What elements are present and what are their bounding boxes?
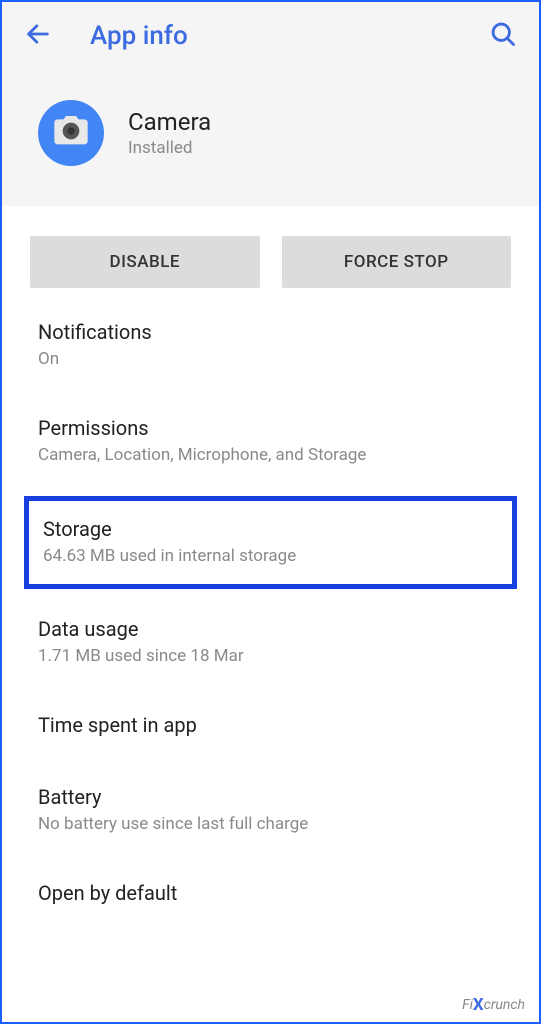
header: App info <box>2 2 539 70</box>
permissions-item[interactable]: Permissions Camera, Location, Microphone… <box>2 394 539 490</box>
setting-subtitle: 64.63 MB used in internal storage <box>43 545 498 569</box>
notifications-item[interactable]: Notifications On <box>2 298 539 394</box>
setting-subtitle: On <box>38 348 511 372</box>
disable-button[interactable]: DISABLE <box>30 236 260 288</box>
time-spent-item[interactable]: Time spent in app <box>2 691 539 763</box>
setting-title: Time spent in app <box>38 713 511 737</box>
setting-title: Permissions <box>38 416 511 440</box>
setting-title: Storage <box>43 517 498 541</box>
force-stop-button[interactable]: FORCE STOP <box>282 236 512 288</box>
setting-title: Open by default <box>38 881 511 905</box>
setting-subtitle: 1.71 MB used since 18 Mar <box>38 645 511 669</box>
setting-title: Notifications <box>38 320 511 344</box>
storage-highlight: Storage 64.63 MB used in internal storag… <box>24 496 517 590</box>
app-text: Camera Installed <box>128 108 211 158</box>
setting-title: Data usage <box>38 617 511 641</box>
setting-subtitle: No battery use since last full charge <box>38 813 511 837</box>
watermark-x: X <box>473 995 484 1015</box>
app-icon <box>38 100 104 166</box>
app-header: Camera Installed <box>2 70 539 206</box>
data-usage-item[interactable]: Data usage 1.71 MB used since 18 Mar <box>2 595 539 691</box>
watermark-suffix: crunch <box>484 997 525 1013</box>
setting-subtitle: Camera, Location, Microphone, and Storag… <box>38 444 511 468</box>
setting-title: Battery <box>38 785 511 809</box>
storage-item[interactable]: Storage 64.63 MB used in internal storag… <box>29 501 512 585</box>
search-icon[interactable] <box>489 20 517 52</box>
app-name: Camera <box>128 108 211 136</box>
back-arrow-icon[interactable] <box>24 20 52 52</box>
app-status: Installed <box>128 138 211 158</box>
content: DISABLE FORCE STOP Notifications On Perm… <box>2 206 539 931</box>
open-default-item[interactable]: Open by default <box>2 859 539 931</box>
camera-icon <box>51 111 91 155</box>
watermark-prefix: Fi <box>462 997 473 1013</box>
battery-item[interactable]: Battery No battery use since last full c… <box>2 763 539 859</box>
page-title: App info <box>90 21 489 51</box>
watermark: FiXcrunch <box>462 994 525 1014</box>
buttons-row: DISABLE FORCE STOP <box>2 206 539 298</box>
